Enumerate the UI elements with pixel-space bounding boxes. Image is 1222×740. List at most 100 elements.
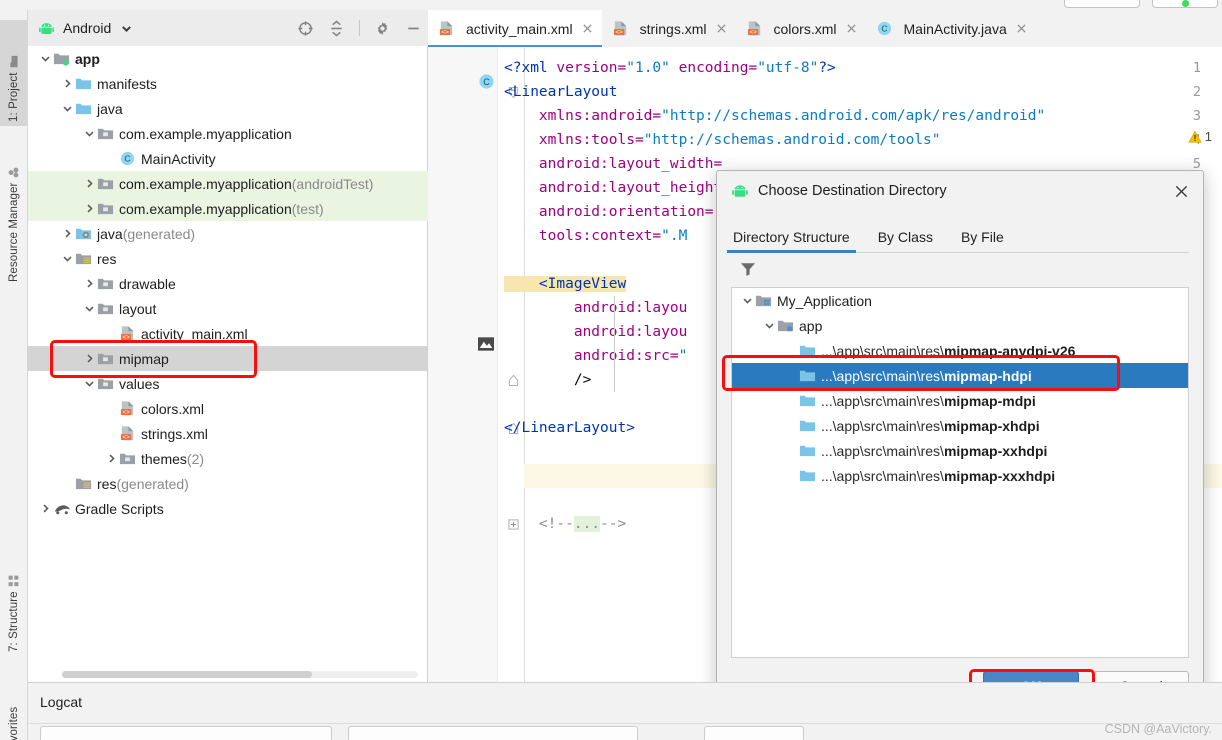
directory-row[interactable]: ...\app\src\main\res\ mipmap-anydpi-v26 — [732, 338, 1188, 363]
tree-row[interactable]: java (generated) — [28, 221, 428, 246]
directory-row-selected[interactable]: ...\app\src\main\res\ mipmap-hdpi — [732, 363, 1188, 388]
settings-gear-icon[interactable] — [374, 20, 391, 37]
logcat-level-combo[interactable] — [704, 726, 804, 740]
dialog-tab[interactable]: By File — [959, 229, 1006, 252]
editor-tab[interactable]: <> activity_main.xml — [428, 10, 602, 47]
dialog-tab[interactable]: By Class — [876, 229, 935, 252]
tree-row[interactable]: C MainActivity — [28, 146, 428, 171]
indent-guide — [614, 296, 615, 392]
chevron-down-icon[interactable] — [762, 318, 777, 333]
collapse-all-icon[interactable] — [328, 20, 345, 37]
editor-tab-bar: <> activity_main.xml <> strings.xml <> colors… — [428, 10, 1222, 47]
chevron-down-icon[interactable] — [38, 51, 53, 66]
code-token: <?xml — [504, 60, 557, 76]
chevron-right-icon[interactable] — [38, 501, 53, 516]
toolbar-pill-left[interactable] — [1064, 0, 1140, 8]
code-token: "utf-8" — [757, 60, 819, 76]
directory-name: mipmap-xxhdpi — [943, 442, 1048, 459]
directory-path-prefix: ...\app\src\main\res\ — [821, 442, 944, 459]
class-gutter-marker-icon[interactable]: C — [478, 73, 495, 90]
chevron-down-icon[interactable] — [82, 376, 97, 391]
directory-row[interactable]: ...\app\src\main\res\ mipmap-xxxhdpi — [732, 463, 1188, 488]
tree-row[interactable]: res (generated) — [28, 471, 428, 496]
chevron-right-icon[interactable] — [82, 351, 97, 366]
tree-row[interactable]: app — [28, 46, 428, 71]
tree-row-label: Gradle Scripts — [75, 500, 164, 517]
code-token: xmlns:tools= — [504, 132, 644, 148]
tree-row[interactable]: layout — [28, 296, 428, 321]
tree-row[interactable]: com.example.myapplication — [28, 121, 428, 146]
tree-row[interactable]: java — [28, 96, 428, 121]
sidebar-item-favorites[interactable]: 2: Favorites — [0, 662, 28, 740]
tree-row[interactable]: com.example.myapplication (androidTest) — [28, 171, 428, 196]
android-robot-icon — [38, 20, 55, 37]
tree-row[interactable]: mipmap — [28, 346, 428, 371]
chevron-right-icon[interactable] — [82, 201, 97, 216]
directory-row[interactable]: ...\app\src\main\res\ mipmap-xxhdpi — [732, 438, 1188, 463]
chevron-down-icon[interactable] — [82, 126, 97, 141]
chevron-right-icon[interactable] — [82, 176, 97, 191]
directory-row[interactable]: ...\app\src\main\res\ mipmap-mdpi — [732, 388, 1188, 413]
tree-row[interactable]: manifests — [28, 71, 428, 96]
logcat-device-combo[interactable] — [40, 726, 332, 740]
line-number: 1 — [1192, 60, 1201, 76]
package-icon — [97, 350, 114, 367]
editor-tab[interactable]: C MainActivity.java — [866, 10, 1036, 47]
tree-row[interactable]: res — [28, 246, 428, 271]
tree-row[interactable]: drawable — [28, 271, 428, 296]
tree-row[interactable]: themes (2) — [28, 446, 428, 471]
chevron-down-icon[interactable] — [60, 251, 75, 266]
tree-row[interactable]: <> activity_main.xml — [28, 321, 428, 346]
close-icon[interactable] — [716, 23, 727, 34]
editor-warning-indicator[interactable]: 1 — [1188, 129, 1212, 144]
project-horizontal-scrollbar[interactable] — [62, 671, 418, 678]
sidebar-item-project[interactable]: 1: Project — [0, 20, 28, 126]
code-line: tools:context=".M — [504, 224, 687, 248]
tree-row-suffix: (androidTest) — [291, 175, 374, 192]
filter-funnel-icon[interactable] — [739, 260, 759, 280]
logcat-search-icon[interactable] — [818, 726, 838, 740]
locate-target-icon[interactable] — [297, 20, 314, 37]
close-icon[interactable] — [846, 23, 857, 34]
chevron-right-icon[interactable] — [60, 76, 75, 91]
directory-row[interactable]: app — [732, 313, 1188, 338]
directory-list[interactable]: My_Application app ...\app\src\main\res\ mi… — [731, 287, 1189, 658]
tree-row[interactable]: <> strings.xml — [28, 421, 428, 446]
directory-row[interactable]: My_Application — [732, 288, 1188, 313]
svg-text:C: C — [881, 24, 887, 34]
logcat-process-combo[interactable] — [348, 726, 638, 740]
editor-tab[interactable]: <> strings.xml — [602, 10, 736, 47]
dialog-title-bar: Choose Destination Directory — [717, 171, 1203, 211]
sidebar-item-structure[interactable]: 7: Structure — [0, 540, 28, 656]
tree-row[interactable]: values — [28, 371, 428, 396]
chevron-down-icon[interactable] — [60, 101, 75, 116]
chevron-down-icon[interactable] — [740, 293, 755, 308]
logcat-label[interactable]: Logcat — [40, 694, 82, 710]
chevron-right-icon[interactable] — [104, 451, 119, 466]
tree-row-label: themes — [141, 450, 187, 467]
chevron-down-icon[interactable] — [121, 23, 132, 34]
project-panel-title: Android — [63, 20, 112, 36]
module-icon — [53, 50, 70, 67]
chevron-down-icon[interactable] — [82, 301, 97, 316]
folder-icon — [799, 417, 816, 434]
chevron-right-icon[interactable] — [60, 226, 75, 241]
chevron-right-icon[interactable] — [82, 276, 97, 291]
minimize-icon[interactable] — [405, 20, 422, 37]
close-icon[interactable] — [1169, 179, 1193, 203]
code-line: android:src=" — [504, 344, 688, 368]
tree-row[interactable]: Gradle Scripts — [28, 496, 428, 521]
directory-path-prefix: ...\app\src\main\res\ — [821, 392, 944, 409]
folder-icon — [799, 442, 816, 459]
sidebar-item-resource-manager[interactable]: Resource Manager — [0, 136, 28, 286]
image-preview-gutter-icon[interactable] — [478, 337, 494, 351]
directory-row[interactable]: ...\app\src\main\res\ mipmap-xhdpi — [732, 413, 1188, 438]
dialog-tab[interactable]: Directory Structure — [727, 229, 856, 253]
editor-tab[interactable]: <> colors.xml — [736, 10, 866, 47]
project-tree[interactable]: app manifests java com.example.myapplicatio… — [28, 46, 428, 672]
close-icon[interactable] — [1016, 23, 1027, 34]
tree-row[interactable]: <> colors.xml — [28, 396, 428, 421]
tree-row[interactable]: com.example.myapplication (test) — [28, 196, 428, 221]
close-icon[interactable] — [582, 23, 593, 34]
dialog-tab-bar[interactable]: Directory Structure By Class By File — [727, 221, 1189, 253]
